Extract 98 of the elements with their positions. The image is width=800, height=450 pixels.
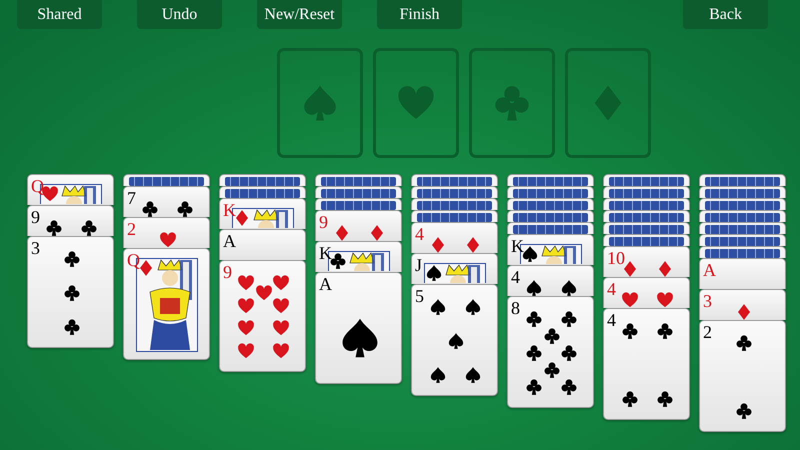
playing-card[interactable]: 9 [219,260,306,372]
club-icon [621,390,640,408]
card-rank: 3 [31,239,40,257]
playing-card[interactable]: 2 [699,320,786,432]
club-icon [560,344,578,362]
playing-card[interactable]: 4 [603,277,690,308]
card-rank: K [319,244,332,262]
playing-card[interactable]: 10 [603,246,690,277]
club-icon [62,250,80,268]
toolbar-button[interactable]: Finish [377,0,462,29]
playing-card[interactable]: 4 [411,222,498,253]
playing-card[interactable]: A [699,258,786,289]
spade-icon [446,332,464,350]
spade-icon [560,279,578,296]
club-icon [176,200,194,217]
playing-card[interactable]: 7 [123,186,210,217]
playing-card[interactable]: 3 [27,236,114,348]
playing-card[interactable]: A [219,229,306,260]
card-rank: 9 [223,263,232,281]
card-rank: 4 [415,225,424,243]
playing-card[interactable]: A [315,272,402,384]
heart-icon [656,291,674,308]
club-icon [542,327,560,346]
card-rank: 4 [511,268,520,286]
playing-card[interactable]: K [315,241,402,272]
card-rank: 10 [607,249,625,267]
toolbar-button[interactable]: Back [683,0,768,29]
card-rank: K [223,201,236,219]
card-rank: J [415,256,422,274]
heart-icon [621,291,640,308]
club-icon [621,322,640,340]
playing-card[interactable]: Q [27,174,114,205]
card-rank: 9 [319,213,328,231]
card-rank: 8 [511,299,520,317]
heart-icon [237,296,256,315]
club-icon [525,378,544,396]
playing-card[interactable]: 2 [123,217,210,248]
club-icon [525,310,544,328]
heart-icon [272,342,290,360]
playing-card[interactable]: J [411,253,498,284]
card-rank: 3 [703,292,712,310]
club-icon [62,318,80,336]
playing-card[interactable]: K [219,198,306,229]
foundation-slot[interactable] [277,48,363,158]
club-icon [734,334,752,352]
club-icon [560,378,578,396]
club-icon [45,219,64,236]
card-rank: A [319,275,332,293]
playing-card[interactable]: 8 [507,296,594,408]
heart-icon [237,274,256,292]
club-icon [80,219,98,236]
heart-icon [254,284,272,302]
toolbar-button[interactable]: Shared [17,0,102,29]
card-rank: K [511,237,524,255]
club-icon [141,200,160,217]
heart-icon [237,342,256,360]
card-rank: A [223,232,236,250]
club-icon [656,390,674,408]
foundation-slot[interactable] [373,48,459,158]
club-icon [734,402,752,420]
club-icon [542,360,560,379]
card-rank: A [703,261,716,279]
playing-card[interactable]: 4 [507,265,594,296]
spade-icon [464,298,482,316]
playing-card[interactable]: 3 [699,289,786,320]
toolbar-button[interactable]: New/Reset [257,0,342,29]
heart-icon [237,319,256,338]
heart-icon [272,319,290,338]
playing-card[interactable]: 9 [27,205,114,236]
spade-icon [464,366,482,384]
foundation-slot[interactable] [469,48,555,158]
card-rank: 9 [31,208,40,226]
playing-card[interactable]: 5 [411,284,498,396]
card-rank: 4 [607,311,616,329]
spade-icon [429,298,448,316]
card-rank: Q [31,177,44,195]
playing-card[interactable]: 9 [315,210,402,241]
card-rank: Q [127,251,140,269]
club-icon [560,310,578,328]
playing-card[interactable]: K [507,234,594,265]
playing-card[interactable]: 4 [603,308,690,420]
card-rank: 5 [415,287,424,305]
card-rank: 7 [127,189,136,207]
club-icon [62,284,80,302]
playing-card[interactable]: Q [123,248,210,360]
card-rank: 2 [127,220,136,238]
club-icon [525,344,544,362]
spade-icon [425,264,443,282]
heart-icon [272,274,290,292]
foundation-slot[interactable] [565,48,651,158]
heart-icon [158,231,176,248]
card-rank: 2 [703,323,712,341]
spade-icon [429,366,448,384]
club-icon [656,322,674,340]
spade-icon [525,279,544,296]
heart-icon [272,296,290,315]
toolbar-button[interactable]: Undo [137,0,222,29]
card-rank: 4 [607,280,616,298]
